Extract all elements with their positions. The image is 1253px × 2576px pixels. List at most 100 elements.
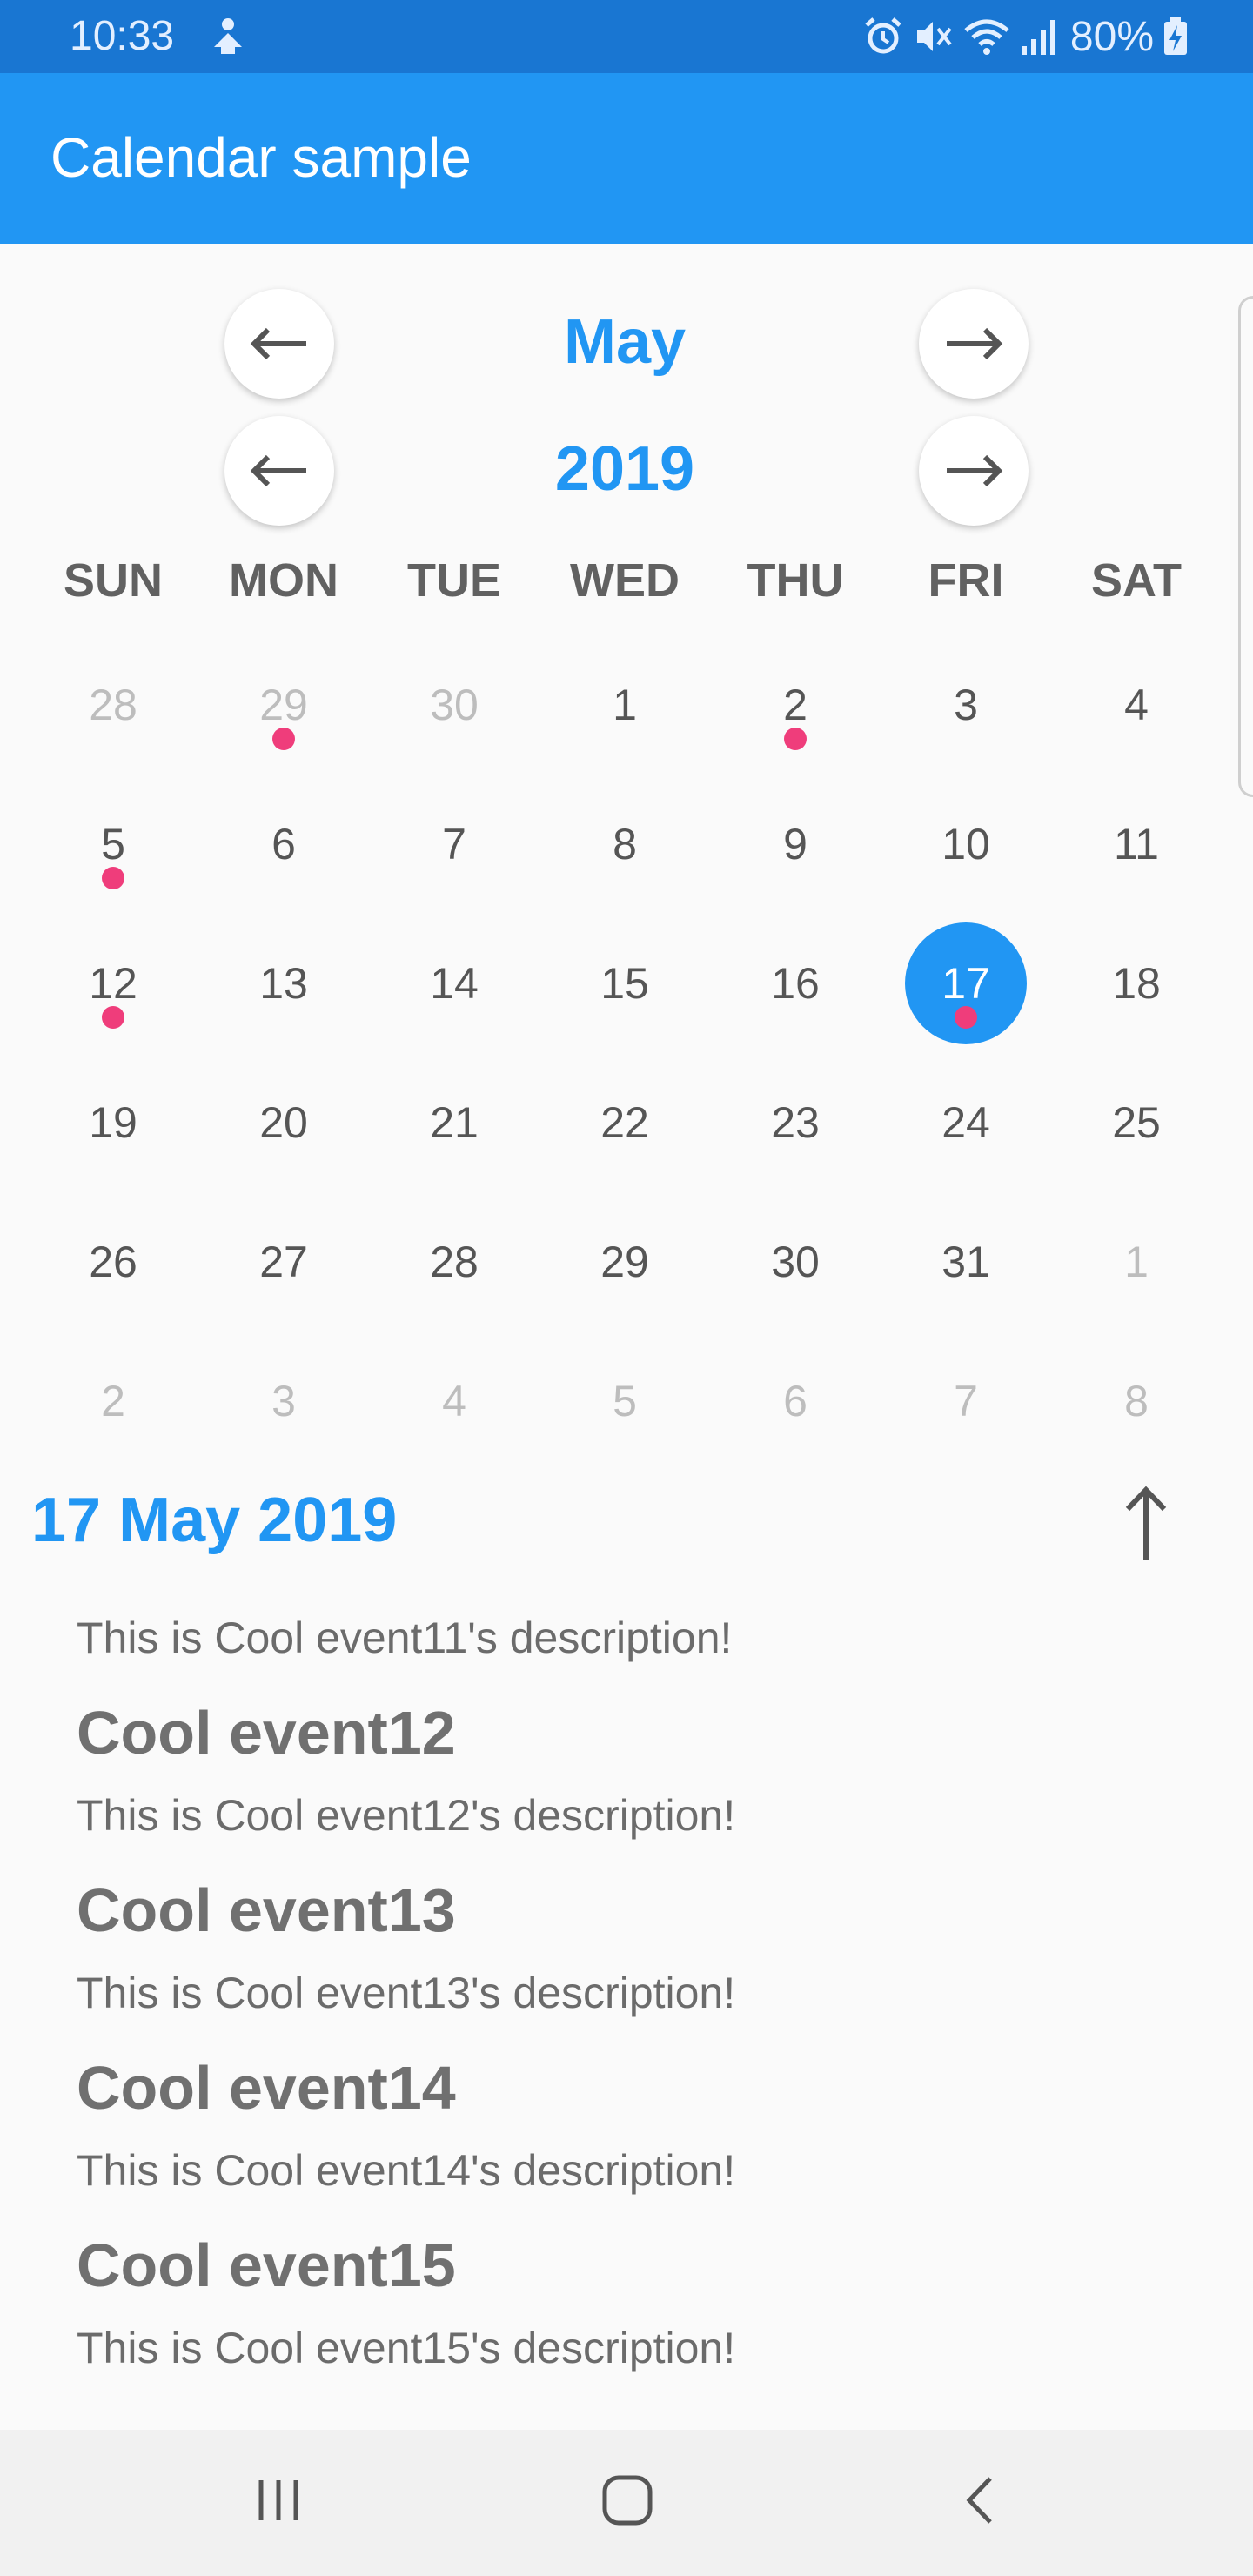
year-label: 2019 [554,434,695,504]
weekday-label: THU [747,554,844,607]
event-item[interactable]: Cool event14 This is Cool event14's desc… [77,2050,1208,2198]
day-cell[interactable]: 31 [881,1192,1051,1332]
day-cell[interactable]: 4 [1051,635,1222,775]
day-cell[interactable]: 2 [710,635,881,775]
day-number: 5 [613,1377,637,1426]
day-number: 11 [1114,820,1159,869]
day-cell[interactable]: 9 [710,775,881,914]
day-cell[interactable]: 23 [710,1053,881,1192]
day-cell[interactable]: 5 [28,775,198,914]
day-number: 16 [771,959,820,1008]
event-item[interactable]: Cool event15 This is Cool event15's desc… [77,2228,1208,2376]
arrow-right-icon [947,454,1003,487]
day-number: 25 [1112,1098,1161,1147]
event-description: This is Cool event14's description! [77,2146,736,2195]
event-item[interactable]: Cool event13 This is Cool event13's desc… [77,1873,1208,2021]
weekday-label: FRI [928,554,1004,607]
day-number: 14 [430,959,479,1008]
event-title: Cool event15 [77,2231,456,2299]
arrow-left-icon [250,454,306,487]
weekday-header: SUN MON TUE WED THU FRI SAT [0,553,1253,623]
day-number: 28 [430,1238,479,1286]
day-cell[interactable]: 27 [198,1192,369,1332]
weekday-label: TUE [407,554,501,607]
event-title: Cool event12 [77,1699,456,1767]
signal-icon [1021,20,1055,55]
event-item[interactable]: Cool event12 This is Cool event12's desc… [77,1695,1208,1843]
day-cell[interactable]: 1 [539,635,710,775]
day-cell[interactable]: 29 [539,1192,710,1332]
day-number: 24 [941,1098,990,1147]
day-number: 26 [89,1238,137,1286]
day-cell[interactable]: 12 [28,914,198,1053]
day-number: 3 [271,1377,296,1426]
day-number: 29 [259,681,308,729]
day-cell[interactable]: 3 [198,1332,369,1471]
day-cell[interactable]: 8 [1051,1332,1222,1471]
day-cell[interactable]: 18 [1051,914,1222,1053]
day-cell[interactable]: 24 [881,1053,1051,1192]
prev-year-button[interactable] [224,416,334,526]
event-dot [784,728,807,750]
day-cell[interactable]: 1 [1051,1192,1222,1332]
day-cell[interactable]: 28 [28,635,198,775]
weekday-label: WED [570,554,680,607]
day-cell[interactable]: 10 [881,775,1051,914]
back-icon[interactable] [954,2470,1006,2531]
day-cell[interactable]: 11 [1051,775,1222,914]
day-cell[interactable]: 4 [369,1332,539,1471]
day-cell[interactable]: 16 [710,914,881,1053]
next-year-button[interactable] [919,416,1029,526]
recent-apps-icon[interactable] [252,2470,305,2531]
day-number: 17 [941,959,990,1008]
day-cell[interactable]: 19 [28,1053,198,1192]
home-icon[interactable] [597,2470,658,2531]
mute-icon [916,22,952,51]
system-nav-bar [0,2430,1253,2576]
day-number: 8 [613,820,637,869]
day-number: 28 [89,681,137,729]
arrow-up-icon[interactable] [1116,1485,1176,1563]
day-cell[interactable]: 15 [539,914,710,1053]
weekday-label: SAT [1091,554,1182,607]
app-bar: Calendar sample [0,73,1253,244]
day-number: 2 [101,1377,125,1426]
day-cell[interactable]: 7 [369,775,539,914]
day-cell[interactable]: 8 [539,775,710,914]
selected-date-label: 17 May 2019 [31,1486,398,1555]
day-number: 29 [600,1238,649,1286]
day-cell[interactable]: 5 [539,1332,710,1471]
day-cell[interactable]: 30 [710,1192,881,1332]
next-month-button[interactable] [919,289,1029,399]
day-number: 6 [271,820,296,869]
arrow-left-icon [250,327,306,360]
prev-month-button[interactable] [224,289,334,399]
day-cell[interactable]: 14 [369,914,539,1053]
day-cell[interactable]: 3 [881,635,1051,775]
day-cell[interactable]: 30 [369,635,539,775]
day-cell[interactable]: 7 [881,1332,1051,1471]
day-cell[interactable]: 26 [28,1192,198,1332]
weekday-label: MON [229,554,338,607]
day-number: 20 [259,1098,308,1147]
day-number: 18 [1112,959,1161,1008]
day-cell[interactable]: 29 [198,635,369,775]
day-number: 22 [600,1098,649,1147]
day-number: 21 [430,1098,479,1147]
day-cell[interactable]: 13 [198,914,369,1053]
day-cell[interactable]: 2 [28,1332,198,1471]
day-cell[interactable]: 28 [369,1192,539,1332]
day-cell[interactable]: 21 [369,1053,539,1192]
day-cell[interactable]: 6 [198,775,369,914]
day-cell[interactable]: 6 [710,1332,881,1471]
day-number: 13 [259,959,308,1008]
day-cell[interactable]: 22 [539,1053,710,1192]
arrow-right-icon [947,327,1003,360]
calendar-grid: 28 29 30 1 2 3 4 5 6 7 8 9 10 11 12 13 14 15 16 17 18 19 20 21 2… [0,635,1253,1471]
battery-percent: 80% [1069,13,1154,60]
event-description: This is Cool event11's description! [77,1613,733,1662]
day-number: 15 [600,959,649,1008]
day-cell[interactable]: 25 [1051,1053,1222,1192]
day-cell[interactable]: 20 [198,1053,369,1192]
day-cell-selected[interactable]: 17 [881,914,1051,1053]
